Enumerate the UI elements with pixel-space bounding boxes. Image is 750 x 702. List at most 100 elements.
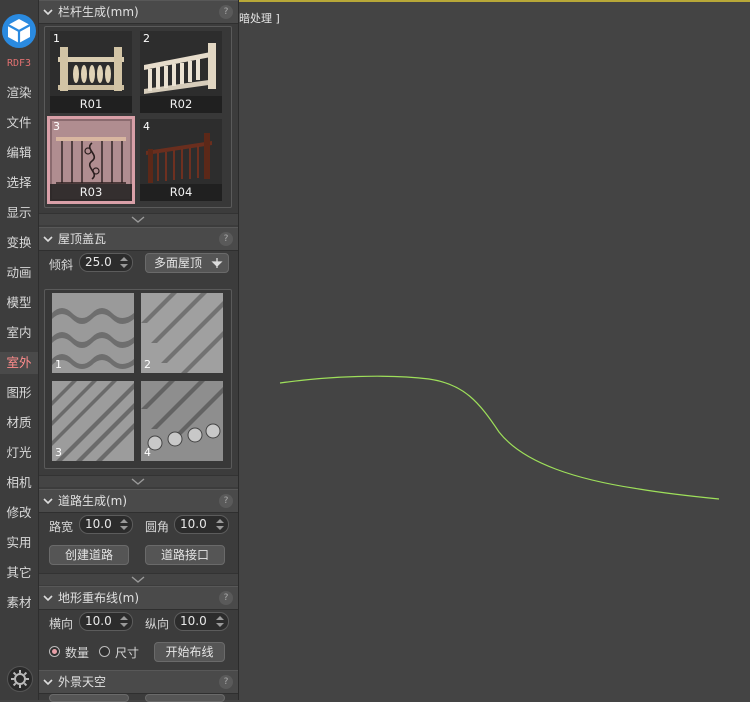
nav-item-14[interactable]: 相机 (0, 472, 38, 494)
viewport-canvas (279, 375, 720, 500)
railing-item-r03[interactable]: 3 R03 (47, 116, 135, 204)
terrain-h-spinner[interactable]: 10.0 (79, 612, 133, 631)
chevron-down-icon (43, 9, 53, 16)
roof-tile-item-4[interactable]: 4 (141, 381, 223, 461)
thumb-caption: R02 (140, 96, 222, 113)
help-icon[interactable]: ? (219, 232, 233, 246)
road-width-value: 10.0 (85, 517, 112, 531)
settings-icon[interactable] (7, 666, 33, 692)
nav-item-5[interactable]: 显示 (0, 202, 38, 224)
help-icon[interactable]: ? (219, 675, 233, 689)
spinner-arrows-icon[interactable] (215, 517, 225, 532)
nav-item-17[interactable]: 其它 (0, 562, 38, 584)
road-corner-value: 10.0 (180, 517, 207, 531)
help-icon[interactable]: ? (219, 494, 233, 508)
nav-item-1[interactable]: 渲染 (0, 82, 38, 104)
nav-item-9[interactable]: 室内 (0, 322, 38, 344)
railing-gallery: 1 R01 2 R02 3 R03 4 R04 (44, 26, 232, 208)
nav-item-2[interactable]: 文件 (0, 112, 38, 134)
help-icon[interactable]: ? (219, 5, 233, 19)
terrain-h-value: 10.0 (85, 614, 112, 628)
chevron-down-icon (131, 576, 145, 583)
thumb-number: 2 (143, 32, 150, 45)
nav-item-8[interactable]: 模型 (0, 292, 38, 314)
main-nav: RDF3 渲染文件编辑选择显示变换动画模型室内室外图形材质灯光相机修改实用其它素材 (0, 0, 39, 700)
tile-number: 2 (144, 358, 151, 371)
start-wiring-button[interactable]: 开始布线 (154, 642, 225, 662)
road-corner-spinner[interactable]: 10.0 (174, 515, 229, 534)
count-radio[interactable] (49, 646, 60, 657)
multi-roof-button[interactable]: 多面屋顶 (145, 253, 229, 273)
sky-title: 外景天空 (58, 675, 107, 689)
chevron-down-icon (43, 498, 53, 505)
chevron-down-icon (43, 679, 53, 686)
3d-viewport[interactable]: 暗处理 ] (239, 0, 750, 702)
thumb-number: 3 (53, 120, 60, 133)
create-road-button[interactable]: 创建道路 (49, 545, 129, 565)
nav-item-13[interactable]: 灯光 (0, 442, 38, 464)
nav-item-11[interactable]: 图形 (0, 382, 38, 404)
app-logo-icon[interactable] (1, 13, 37, 49)
thumb-number: 1 (53, 32, 60, 45)
road-corner-label: 圆角 (145, 520, 170, 534)
spline-curve[interactable] (279, 375, 720, 500)
thumb-number: 4 (143, 120, 150, 133)
roof-tile-2-image (141, 293, 223, 373)
road-width-label: 路宽 (49, 520, 74, 534)
tool-panel: 栏杆生成(mm) ? 1 R01 2 R02 3 R03 4 R04 屋顶盖瓦 … (39, 0, 239, 702)
road-width-spinner[interactable]: 10.0 (79, 515, 133, 534)
size-radio[interactable] (99, 646, 110, 657)
spinner-arrows-icon[interactable] (215, 614, 225, 629)
pin-icon (211, 258, 223, 268)
roof-tile-gallery: 1 2 3 4 (44, 289, 232, 469)
size-radio-label: 尺寸 (115, 646, 140, 660)
nav-item-3[interactable]: 编辑 (0, 142, 38, 164)
roof-tile-item-3[interactable]: 3 (52, 381, 134, 461)
slope-spinner[interactable]: 25.0 (79, 253, 133, 272)
railing-item-r01[interactable]: 1 R01 (50, 31, 132, 113)
spinner-arrows-icon[interactable] (119, 614, 129, 629)
chevron-down-icon (131, 478, 145, 485)
nav-item-16[interactable]: 实用 (0, 532, 38, 554)
tile-number: 4 (144, 446, 151, 459)
nav-item-18[interactable]: 素材 (0, 592, 38, 614)
road-collapse-handle[interactable] (39, 573, 238, 585)
nav-item-7[interactable]: 动画 (0, 262, 38, 284)
nav-item-4[interactable]: 选择 (0, 172, 38, 194)
railing-section-header[interactable]: 栏杆生成(mm) ? (39, 0, 238, 24)
terrain-v-spinner[interactable]: 10.0 (174, 612, 229, 631)
tile-number: 1 (55, 358, 62, 371)
terrain-title: 地形重布线(m) (58, 591, 140, 605)
roof-section-header[interactable]: 屋顶盖瓦 ? (39, 227, 238, 251)
railing-collapse-handle[interactable] (39, 213, 238, 225)
spinner-arrows-icon[interactable] (119, 255, 129, 270)
thumb-caption: R04 (140, 184, 222, 201)
railing-title: 栏杆生成(mm) (58, 5, 139, 19)
spinner-arrows-icon[interactable] (119, 517, 129, 532)
roof-collapse-handle[interactable] (39, 475, 238, 487)
nav-item-0[interactable]: RDF3 (0, 53, 38, 75)
sky-button-left[interactable] (49, 694, 129, 702)
road-title: 道路生成(m) (58, 494, 128, 508)
terrain-v-value: 10.0 (180, 614, 207, 628)
multi-roof-label: 多面屋顶 (154, 256, 203, 270)
nav-item-15[interactable]: 修改 (0, 502, 38, 524)
roof-tile-item-2[interactable]: 2 (141, 293, 223, 373)
road-section-header[interactable]: 道路生成(m) ? (39, 489, 238, 513)
sky-button-right[interactable] (145, 694, 225, 702)
slope-label: 倾斜 (49, 258, 74, 272)
nav-item-12[interactable]: 材质 (0, 412, 38, 434)
terrain-section-header[interactable]: 地形重布线(m) ? (39, 586, 238, 610)
terrain-v-label: 纵向 (145, 617, 170, 631)
roof-tile-item-1[interactable]: 1 (52, 293, 134, 373)
help-icon[interactable]: ? (219, 591, 233, 605)
sky-section-header[interactable]: 外景天空 ? (39, 670, 238, 694)
railing-item-r04[interactable]: 4 R04 (140, 119, 222, 201)
thumb-caption: R03 (50, 184, 132, 201)
chevron-down-icon (131, 216, 145, 223)
road-joint-button[interactable]: 道路接口 (145, 545, 225, 565)
nav-item-10[interactable]: 室外 (0, 352, 38, 374)
thumb-caption: R01 (50, 96, 132, 113)
railing-item-r02[interactable]: 2 R02 (140, 31, 222, 113)
nav-item-6[interactable]: 变换 (0, 232, 38, 254)
